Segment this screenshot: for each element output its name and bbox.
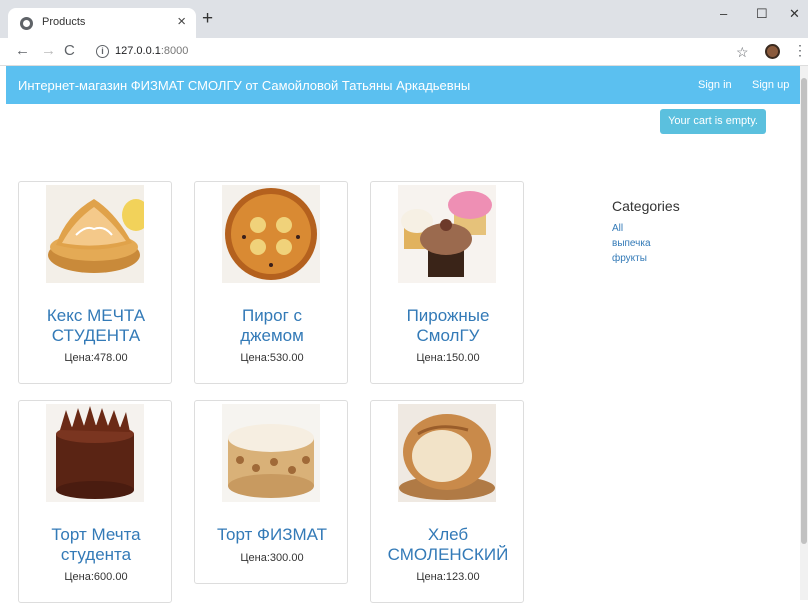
product-name[interactable]: Хлеб СМОЛЕНСКИЙ <box>371 525 525 565</box>
address-bar: ← → C i 127.0.0.1:8000 <box>0 38 808 66</box>
category-link-baking[interactable]: выпечка <box>612 236 680 251</box>
sign-up-link[interactable]: Sign up <box>752 79 789 91</box>
info-icon[interactable]: i <box>96 45 109 58</box>
sign-in-link[interactable]: Sign in <box>698 79 732 91</box>
reload-icon[interactable]: C <box>64 43 75 59</box>
product-image-chocolate-cake[interactable] <box>46 404 144 502</box>
close-tab-icon[interactable]: × <box>177 13 186 30</box>
site-brand[interactable]: Интернет-магазин ФИЗМАТ СМОЛГУ от Самойл… <box>18 78 470 93</box>
product-name[interactable]: Пирог с джемом <box>195 306 349 346</box>
maximize-icon[interactable]: ☐ <box>756 6 768 22</box>
menu-kebab-icon[interactable]: ⋮ <box>793 42 807 59</box>
product-card[interactable]: Кекс МЕЧТА СТУДЕНТА Цена:478.00 <box>18 181 172 384</box>
site-navbar: Интернет-магазин ФИЗМАТ СМОЛГУ от Самойл… <box>6 66 800 104</box>
product-price: Цена:300.00 <box>240 552 304 564</box>
product-name[interactable]: Кекс МЕЧТА СТУДЕНТА <box>19 306 173 346</box>
product-name[interactable]: Пирожные СмолГУ <box>371 306 525 346</box>
tab-title: Products <box>42 16 86 28</box>
browser-tab[interactable]: Products × <box>8 8 196 38</box>
new-tab-icon[interactable]: + <box>202 9 213 29</box>
categories-heading: Categories <box>612 198 680 214</box>
window-close-icon[interactable]: ✕ <box>789 6 800 22</box>
category-link-all[interactable]: All <box>612 221 680 236</box>
cart-status-button[interactable]: Your cart is empty. <box>660 109 766 134</box>
scrollbar-thumb[interactable] <box>801 78 807 544</box>
product-price: Цена:478.00 <box>64 352 128 364</box>
product-card[interactable]: Пирожные СмолГУ Цена:150.00 <box>370 181 524 384</box>
product-image-pie[interactable] <box>222 185 320 283</box>
minimize-icon[interactable]: – <box>720 6 727 21</box>
product-name[interactable]: Торт ФИЗМАТ <box>195 525 349 545</box>
url-input[interactable]: i 127.0.0.1:8000 <box>88 42 718 62</box>
product-price: Цена:530.00 <box>240 352 304 364</box>
product-card[interactable]: Пирог с джемом Цена:530.00 <box>194 181 348 384</box>
back-icon[interactable]: ← <box>15 43 30 59</box>
product-card[interactable]: Хлеб СМОЛЕНСКИЙ Цена:123.00 <box>370 400 524 603</box>
categories-sidebar: Categories All выпечка фрукты <box>612 198 680 266</box>
globe-icon <box>20 17 33 30</box>
product-price: Цена:123.00 <box>416 571 480 583</box>
product-image-cupcakes[interactable] <box>398 185 496 283</box>
product-price: Цена:150.00 <box>416 352 480 364</box>
forward-icon[interactable]: → <box>41 43 56 59</box>
product-image-nut-cake[interactable] <box>222 404 320 502</box>
browser-tab-bar: Products × + – ☐ ✕ <box>0 0 808 38</box>
bookmark-star-icon[interactable]: ☆ <box>736 44 749 61</box>
product-card[interactable]: Торт ФИЗМАТ Цена:300.00 <box>194 400 348 584</box>
product-image-bread[interactable] <box>398 404 496 502</box>
category-link-fruits[interactable]: фрукты <box>612 251 680 266</box>
product-image-tart[interactable] <box>46 185 144 283</box>
product-name[interactable]: Торт Мечта студента <box>19 525 173 565</box>
product-price: Цена:600.00 <box>64 571 128 583</box>
url-text: 127.0.0.1:8000 <box>115 45 189 57</box>
product-card[interactable]: Торт Мечта студента Цена:600.00 <box>18 400 172 603</box>
profile-avatar[interactable] <box>765 44 780 59</box>
